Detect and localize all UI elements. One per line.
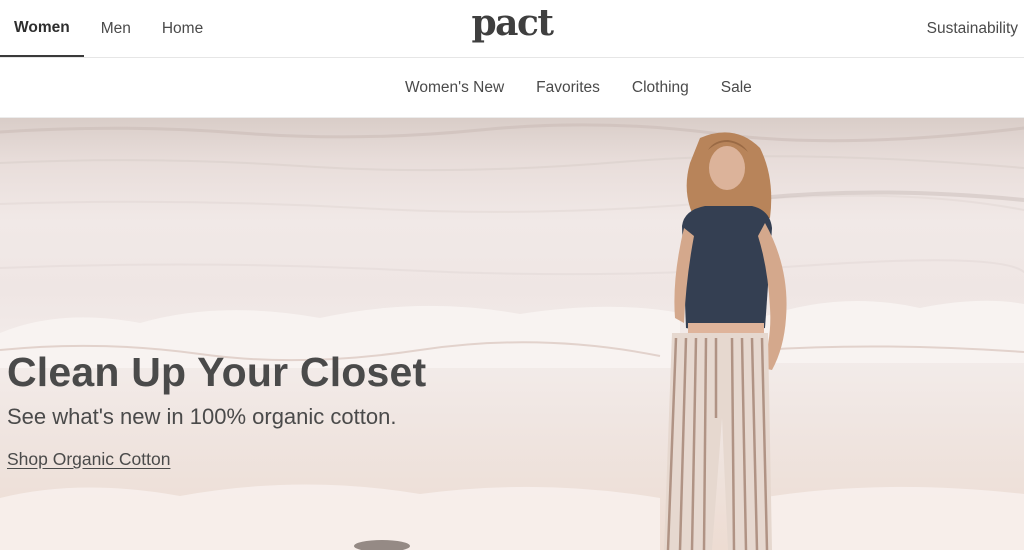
tab-home[interactable]: Home bbox=[146, 0, 217, 57]
category-nav: Women's New Favorites Clothing Sale bbox=[390, 58, 767, 118]
tab-women[interactable]: Women bbox=[0, 0, 84, 57]
hero-subtitle: See what's new in 100% organic cotton. bbox=[7, 404, 397, 429]
tab-men[interactable]: Men bbox=[84, 0, 146, 57]
gender-nav: Women Men Home bbox=[0, 0, 217, 57]
hero-image bbox=[0, 123, 1024, 550]
shop-organic-cotton-link[interactable]: Shop Organic Cotton bbox=[7, 449, 170, 470]
pact-logo[interactable]: pact bbox=[471, 2, 554, 44]
hero-title: Clean Up Your Closet bbox=[7, 349, 427, 395]
top-header: Women Men Home pact Sustainability bbox=[0, 0, 1024, 58]
nav-favorites[interactable]: Favorites bbox=[521, 58, 615, 118]
waves bbox=[0, 123, 1024, 276]
hero-copy: Clean Up Your Closet See what's new in 1… bbox=[7, 350, 426, 470]
nav-womens-new[interactable]: Women's New bbox=[390, 58, 519, 118]
hero-banner: Clean Up Your Closet See what's new in 1… bbox=[0, 118, 1024, 550]
nav-clothing[interactable]: Clothing bbox=[617, 58, 704, 118]
category-bar: Women's New Favorites Clothing Sale bbox=[0, 58, 1024, 118]
sustainability-link[interactable]: Sustainability bbox=[927, 0, 1018, 57]
nav-sale[interactable]: Sale bbox=[706, 58, 767, 118]
